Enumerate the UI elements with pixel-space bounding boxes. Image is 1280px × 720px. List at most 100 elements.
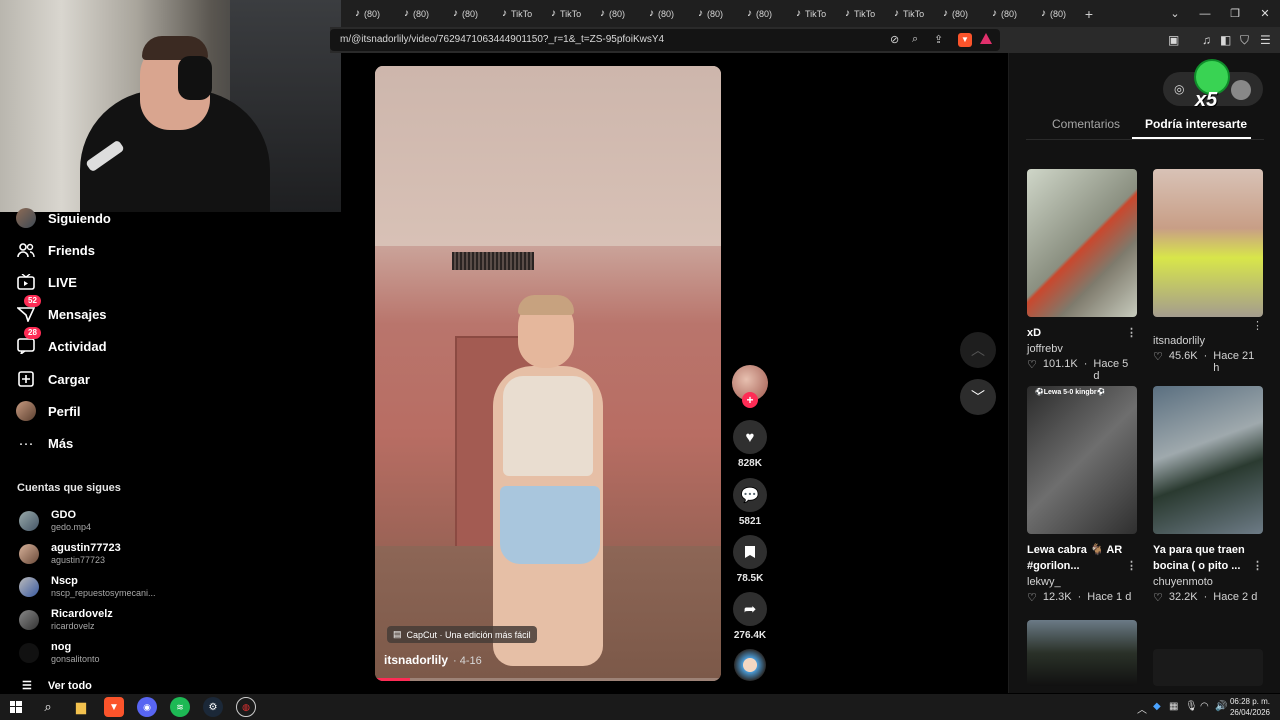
search-icon[interactable]: ⌕ xyxy=(38,697,58,717)
recommended-video-card[interactable]: xD ⋮ joffrebv ♡ 101.1K · Hace 5 d xyxy=(1027,169,1137,382)
chevron-down-icon: ﹀ xyxy=(971,389,985,405)
system-clock[interactable]: 06:28 p. m. 26/04/2026 xyxy=(1230,696,1270,718)
vpn-shield-icon[interactable]: ⛉ xyxy=(1240,33,1249,48)
next-video-button[interactable]: ﹀ xyxy=(960,379,996,415)
browser-tab[interactable]: ♪ (80) xyxy=(635,0,684,27)
video-thumbnail[interactable] xyxy=(1153,169,1263,317)
url-text: m/@itsnadorlily/video/762947106344490115… xyxy=(340,34,665,45)
music-disc-icon[interactable] xyxy=(734,649,766,681)
followed-account[interactable]: Nscp nscp_repuestosymecani... xyxy=(19,575,156,599)
chevron-down-icon[interactable]: ⌄ xyxy=(1160,0,1190,27)
share-action[interactable]: ➦ 276.4K xyxy=(732,592,768,641)
brave-shield-icon[interactable]: ▼ xyxy=(958,33,972,47)
bookmark-icon[interactable] xyxy=(733,535,767,569)
close-button[interactable]: ✕ xyxy=(1250,0,1280,27)
browser-tab[interactable]: ♪ (80) xyxy=(341,0,390,27)
browser-tab[interactable]: ♪ TikTo xyxy=(831,0,880,27)
wifi-icon[interactable]: ◠ xyxy=(1200,701,1209,712)
windows-start-icon[interactable] xyxy=(6,697,26,717)
active-tab-indicator xyxy=(1132,137,1251,139)
chevron-up-icon[interactable]: ︿ xyxy=(1137,701,1147,716)
sidebar-item-more[interactable]: ··· Más xyxy=(16,432,74,454)
browser-tab[interactable]: ♪ (80) xyxy=(733,0,782,27)
browser-tab[interactable]: ♪ (80) xyxy=(684,0,733,27)
compass-icon[interactable]: ◎ xyxy=(1174,82,1184,96)
followed-account[interactable]: nog gonsalitonto xyxy=(19,641,100,665)
video-thumbnail[interactable] xyxy=(1153,649,1263,686)
browser-tab[interactable]: ♪ (80) xyxy=(390,0,439,27)
tiktok-icon: ♪ xyxy=(649,8,654,19)
tab-comments[interactable]: Comentarios xyxy=(1052,117,1120,139)
account-name: Ricardovelz xyxy=(51,608,113,620)
zoom-icon[interactable]: ⌕ xyxy=(912,33,918,46)
more-options-icon[interactable]: ⋮ xyxy=(1126,558,1137,574)
save-action[interactable]: 78.5K xyxy=(732,535,768,584)
sidebar-item-activity[interactable]: 28 Actividad xyxy=(16,327,107,357)
media-icon[interactable]: ⊘ xyxy=(890,33,899,46)
followed-account[interactable]: agustin77723 agustin77723 xyxy=(19,542,121,566)
minimize-button[interactable]: — xyxy=(1190,0,1220,27)
see-all-link[interactable]: ☰ Ver todo xyxy=(22,679,92,693)
tab-you-may-like[interactable]: Podría interesarte xyxy=(1145,117,1247,139)
browser-tab[interactable]: ♪ TikTo xyxy=(537,0,586,27)
sidebar-item-profile[interactable]: Perfil xyxy=(16,400,81,422)
file-explorer-icon[interactable]: ▆ xyxy=(71,697,91,717)
browser-tab[interactable]: ♪ (80) xyxy=(439,0,488,27)
sidebar-icon[interactable]: ◧ xyxy=(1220,33,1231,47)
microphone-icon[interactable]: 🎙 xyxy=(1185,701,1198,712)
followed-account[interactable]: GDO gedo.mp4 xyxy=(19,509,91,533)
browser-tab[interactable]: ♪ TikTo xyxy=(782,0,831,27)
spotify-icon[interactable]: ≋ xyxy=(170,697,190,717)
like-action[interactable]: ♥ 828K xyxy=(732,420,768,469)
sidebar-item-following[interactable]: Siguiendo xyxy=(16,207,111,229)
brave-browser-icon[interactable]: ▼ xyxy=(104,697,124,717)
video-thumbnail[interactable] xyxy=(1027,620,1137,686)
sidebar-item-friends[interactable]: Friends xyxy=(16,239,95,261)
more-options-icon[interactable]: ⋮ xyxy=(1252,319,1263,332)
url-field[interactable]: m/@itsnadorlily/video/762947106344490115… xyxy=(330,29,1000,51)
browser-tab[interactable]: ♪ TikTo xyxy=(488,0,537,27)
steam-icon[interactable]: ⚙ xyxy=(203,697,223,717)
browser-tab[interactable]: ♪ (80) xyxy=(586,0,635,27)
more-options-icon[interactable]: ⋮ xyxy=(1252,558,1263,574)
browser-tab[interactable]: ♪ (80) xyxy=(978,0,1027,27)
sidebar-item-live[interactable]: LIVE xyxy=(16,271,77,293)
video-thumbnail[interactable]: ⚽Lewa 5-0 kingbr⚽ xyxy=(1027,386,1137,534)
sidebar-item-messages[interactable]: 52 Mensajes xyxy=(16,295,107,325)
network-icon[interactable]: ▦ xyxy=(1169,701,1178,712)
comment-icon[interactable]: 💬 xyxy=(733,478,767,512)
share-icon[interactable]: ⇪ xyxy=(934,33,943,46)
share-arrow-icon[interactable]: ➦ xyxy=(733,592,767,626)
discord-icon[interactable]: ◉ xyxy=(137,697,157,717)
video-progress-bar[interactable] xyxy=(375,678,721,681)
video-player[interactable]: ▤ CapCut · Una edición más fácil itsnado… xyxy=(375,66,721,681)
browser-tab[interactable]: ♪ (80) xyxy=(1027,0,1076,27)
comment-action[interactable]: 💬 5821 xyxy=(732,478,768,527)
previous-video-button[interactable]: ︿ xyxy=(960,332,996,368)
browser-tab[interactable]: ♪ (80) xyxy=(929,0,978,27)
volume-icon[interactable]: 🔊 xyxy=(1215,701,1227,712)
brave-rewards-icon[interactable] xyxy=(980,33,992,44)
music-icon[interactable]: ♫ xyxy=(1202,33,1211,47)
followed-account[interactable]: Ricardovelz ricardovelz xyxy=(19,608,113,632)
avatar[interactable] xyxy=(1231,80,1251,100)
restore-button[interactable]: ❐ xyxy=(1220,0,1250,27)
video-author[interactable]: itsnadorlily xyxy=(384,653,448,667)
tray-app-icon[interactable]: ◆ xyxy=(1153,701,1161,712)
video-thumbnail[interactable] xyxy=(1153,386,1263,534)
recommended-video-card[interactable]: Ya para que traen bocina ( o pito ... ⋮ c… xyxy=(1153,386,1263,604)
sidebar-item-upload[interactable]: Cargar xyxy=(16,368,90,390)
obs-icon[interactable]: ◍ xyxy=(236,697,256,717)
more-options-icon[interactable]: ⋮ xyxy=(1126,325,1137,341)
video-thumbnail[interactable] xyxy=(1027,169,1137,317)
new-tab-button[interactable]: + xyxy=(1076,6,1102,22)
recommended-video-card[interactable]: ⚽Lewa 5-0 kingbr⚽ Lewa cabra 🐐 AR #goril… xyxy=(1027,386,1137,604)
avatar xyxy=(19,544,39,564)
menu-icon[interactable]: ☰ xyxy=(1260,33,1271,47)
heart-icon[interactable]: ♥ xyxy=(733,420,767,454)
wallet-icon[interactable]: ▣ xyxy=(1168,33,1179,47)
follow-button[interactable]: + xyxy=(742,392,758,408)
browser-tab[interactable]: ♪ TikTo xyxy=(880,0,929,27)
capcut-tag[interactable]: ▤ CapCut · Una edición más fácil xyxy=(387,626,537,643)
recommended-video-card[interactable]: itsnadorlily ⋮ ♡ 45.6K · Hace 21 h xyxy=(1153,169,1263,374)
